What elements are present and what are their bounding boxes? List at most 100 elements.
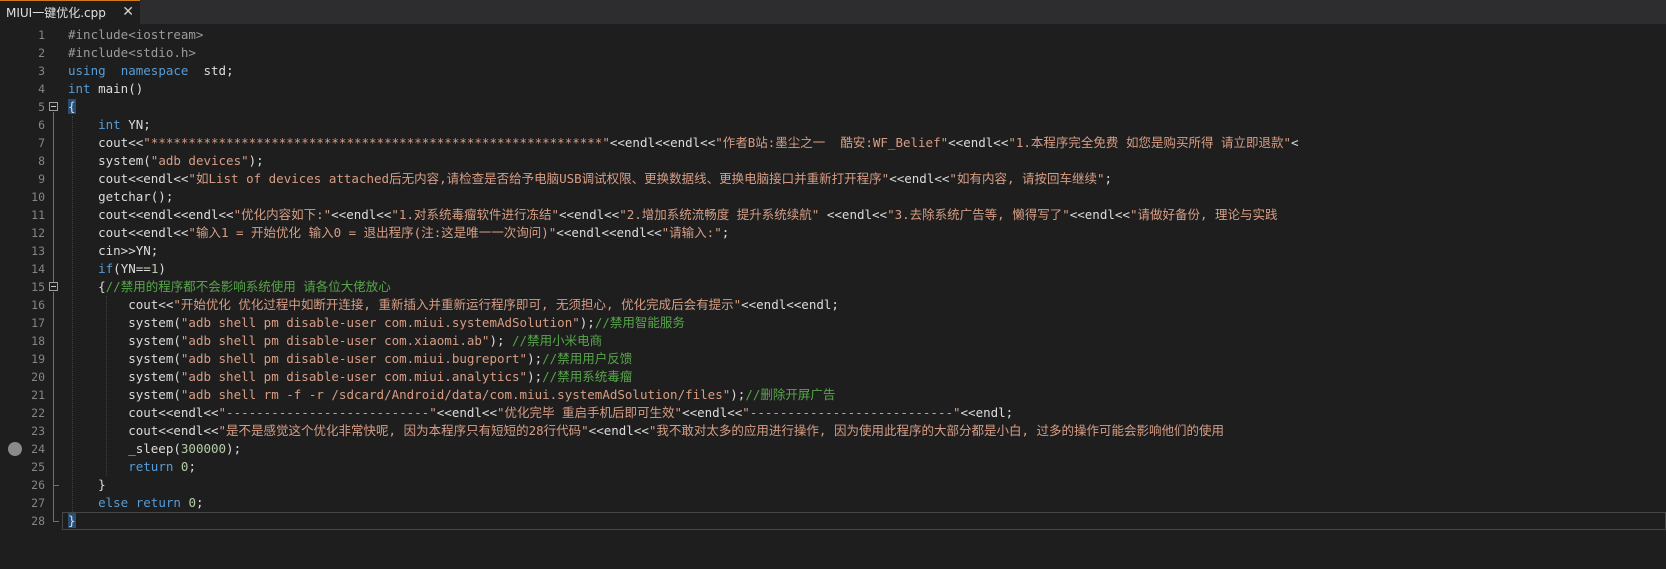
code-editor[interactable]: 1 #include<iostream> 2 #include<stdio.h> 3 us… [0, 24, 1666, 569]
code-token: <<endl<<endl; [741, 297, 839, 312]
code-token: //禁用智能服务 [594, 315, 685, 330]
code-token: else [98, 495, 129, 510]
code-line[interactable]: 27 else return 0; [0, 494, 1666, 512]
code-text: #include<iostream> [68, 26, 203, 44]
code-line[interactable]: 18 system("adb shell pm disable-user com… [0, 332, 1666, 350]
code-token: system( [68, 333, 181, 348]
code-line[interactable]: 14 if(YN==1) [0, 260, 1666, 278]
code-line[interactable]: 5{ [0, 98, 1666, 116]
code-line[interactable]: 11 cout<<endl<<endl<<"优化内容如下:"<<endl<<"1… [0, 206, 1666, 224]
line-number: 22 [31, 406, 45, 420]
line-number: 25 [31, 460, 45, 474]
tab-file[interactable]: MIUI一键优化.cpp ✕ [0, 0, 140, 24]
code-line[interactable]: 1 #include<iostream> [0, 26, 1666, 44]
code-token: <<endl<< [1069, 207, 1130, 222]
code-text: cout<<endl<<endl<<"优化内容如下:"<<endl<<"1.对系… [68, 206, 1278, 224]
code-token: ; [195, 495, 204, 510]
code-token: <<endl; [960, 405, 1014, 420]
code-line[interactable]: 15 {//禁用的程序都不会影响系统使用 请各位大佬放心 [0, 278, 1666, 296]
code-token: ); [226, 441, 242, 456]
code-text: else return 0; [68, 494, 204, 512]
code-token: "如有内容, 请按回车继续" [949, 171, 1105, 186]
line-number: 16 [31, 298, 45, 312]
line-number: 18 [31, 334, 45, 348]
line-number: 11 [31, 208, 45, 222]
code-token: system( [68, 315, 181, 330]
code-token: <<endl<< [436, 405, 497, 420]
line-number: 19 [31, 352, 45, 366]
code-token: ); [579, 315, 595, 330]
code-token: ); [489, 333, 513, 348]
code-token: ); [248, 153, 264, 168]
code-token: "输入1 = 开始优化 输入0 = 退出程序(注:这是唯一一次询问)" [188, 225, 557, 240]
code-token: <<endl<<endl<< [609, 135, 716, 150]
code-line[interactable]: 28} [0, 512, 1666, 530]
code-token: cout<<endl<<endl<< [68, 207, 234, 222]
code-text: system("adb devices"); [68, 152, 264, 170]
code-line[interactable]: 26 } [0, 476, 1666, 494]
line-number: 12 [31, 226, 45, 240]
code-text: cout<<"*********************************… [68, 134, 1298, 152]
code-token: return [128, 459, 174, 474]
code-line[interactable]: 4 int main() [0, 80, 1666, 98]
code-line[interactable]: 16 cout<<"开始优化 优化过程中如断开连接, 重新插入并重新运行程序即可… [0, 296, 1666, 314]
code-token: cout<<endl<< [68, 171, 189, 186]
line-number: 6 [38, 118, 45, 132]
code-token: //禁用系统毒瘤 [542, 369, 633, 384]
code-token: return [135, 495, 181, 510]
code-text: system("adb shell pm disable-user com.xi… [68, 332, 602, 350]
code-token: <<endl<< [558, 207, 620, 222]
code-token: <<endl<< [588, 423, 649, 438]
code-token: 300000 [180, 441, 227, 456]
code-line[interactable]: 3 using namespace std; [0, 62, 1666, 80]
code-line[interactable]: 10 getchar(); [0, 188, 1666, 206]
code-token: "是不是感觉这个优化非常快呢, 因为本程序只有短短的28行代码" [218, 423, 589, 438]
code-line[interactable]: 17 system("adb shell pm disable-user com… [0, 314, 1666, 332]
code-line[interactable]: 22 cout<<endl<<"------------------------… [0, 404, 1666, 422]
code-token: "adb shell pm disable-user com.miui.anal… [180, 369, 528, 384]
collapse-icon[interactable] [49, 102, 58, 111]
code-token: <<endl<<endl<< [556, 225, 662, 240]
code-text: using namespace std; [68, 62, 234, 80]
code-line[interactable]: 8 system("adb devices"); [0, 152, 1666, 170]
fold-guide-end [53, 521, 59, 522]
code-line[interactable]: 9 cout<<endl<<"如List of devices attached… [0, 170, 1666, 188]
close-icon[interactable]: ✕ [122, 4, 134, 20]
code-text: cout<<"开始优化 优化过程中如断开连接, 重新插入并重新运行程序即可, 无… [68, 296, 839, 314]
code-text: cout<<endl<<"是不是感觉这个优化非常快呢, 因为本程序只有短短的28… [68, 422, 1224, 440]
code-token: main() [90, 81, 144, 96]
code-token: "优化完毕 重启手机后即可生效" [496, 405, 683, 420]
fold-guide [53, 112, 54, 282]
code-token: using [68, 63, 106, 78]
code-line[interactable]: 13 cin>>YN; [0, 242, 1666, 260]
code-token: "请做好备份, 理论与实践 [1129, 207, 1278, 222]
code-line[interactable]: 25 return 0; [0, 458, 1666, 476]
code-token: "3.去除系统广告等, 懒得写了" [887, 207, 1070, 222]
code-token: //禁用用户反馈 [542, 351, 633, 366]
code-line[interactable]: 19 system("adb shell pm disable-user com… [0, 350, 1666, 368]
line-number: 10 [31, 190, 45, 204]
code-token: //禁用的程序都不会影响系统使用 请各位大佬放心 [105, 279, 391, 294]
collapse-icon[interactable] [49, 282, 58, 291]
code-text: { [68, 98, 76, 116]
line-number: 28 [31, 514, 45, 528]
code-line[interactable]: 7 cout<<"*******************************… [0, 134, 1666, 152]
line-number: 4 [38, 82, 45, 96]
code-token: YN; [120, 117, 151, 132]
code-token: <<endl<< [948, 135, 1009, 150]
line-number: 15 [31, 280, 45, 294]
code-token: } [68, 513, 76, 528]
tab-bar: MIUI一键优化.cpp ✕ [0, 0, 1666, 24]
code-line[interactable]: 20 system("adb shell pm disable-user com… [0, 368, 1666, 386]
code-line[interactable]: 2 #include<stdio.h> [0, 44, 1666, 62]
code-text: if(YN==1) [68, 260, 166, 278]
code-line[interactable]: 24 _sleep(300000); [0, 440, 1666, 458]
code-token: if [98, 261, 114, 276]
code-line[interactable]: 6 int YN; [0, 116, 1666, 134]
code-line[interactable]: 12 cout<<endl<<"输入1 = 开始优化 输入0 = 退出程序(注:… [0, 224, 1666, 242]
line-number: 26 [31, 478, 45, 492]
code-line[interactable]: 23 cout<<endl<<"是不是感觉这个优化非常快呢, 因为本程序只有短短… [0, 422, 1666, 440]
code-token: "作者B站:墨尘之一 酷安:WF_Belief" [715, 135, 949, 150]
code-line[interactable]: 21 system("adb shell rm -f -r /sdcard/An… [0, 386, 1666, 404]
line-number: 13 [31, 244, 45, 258]
